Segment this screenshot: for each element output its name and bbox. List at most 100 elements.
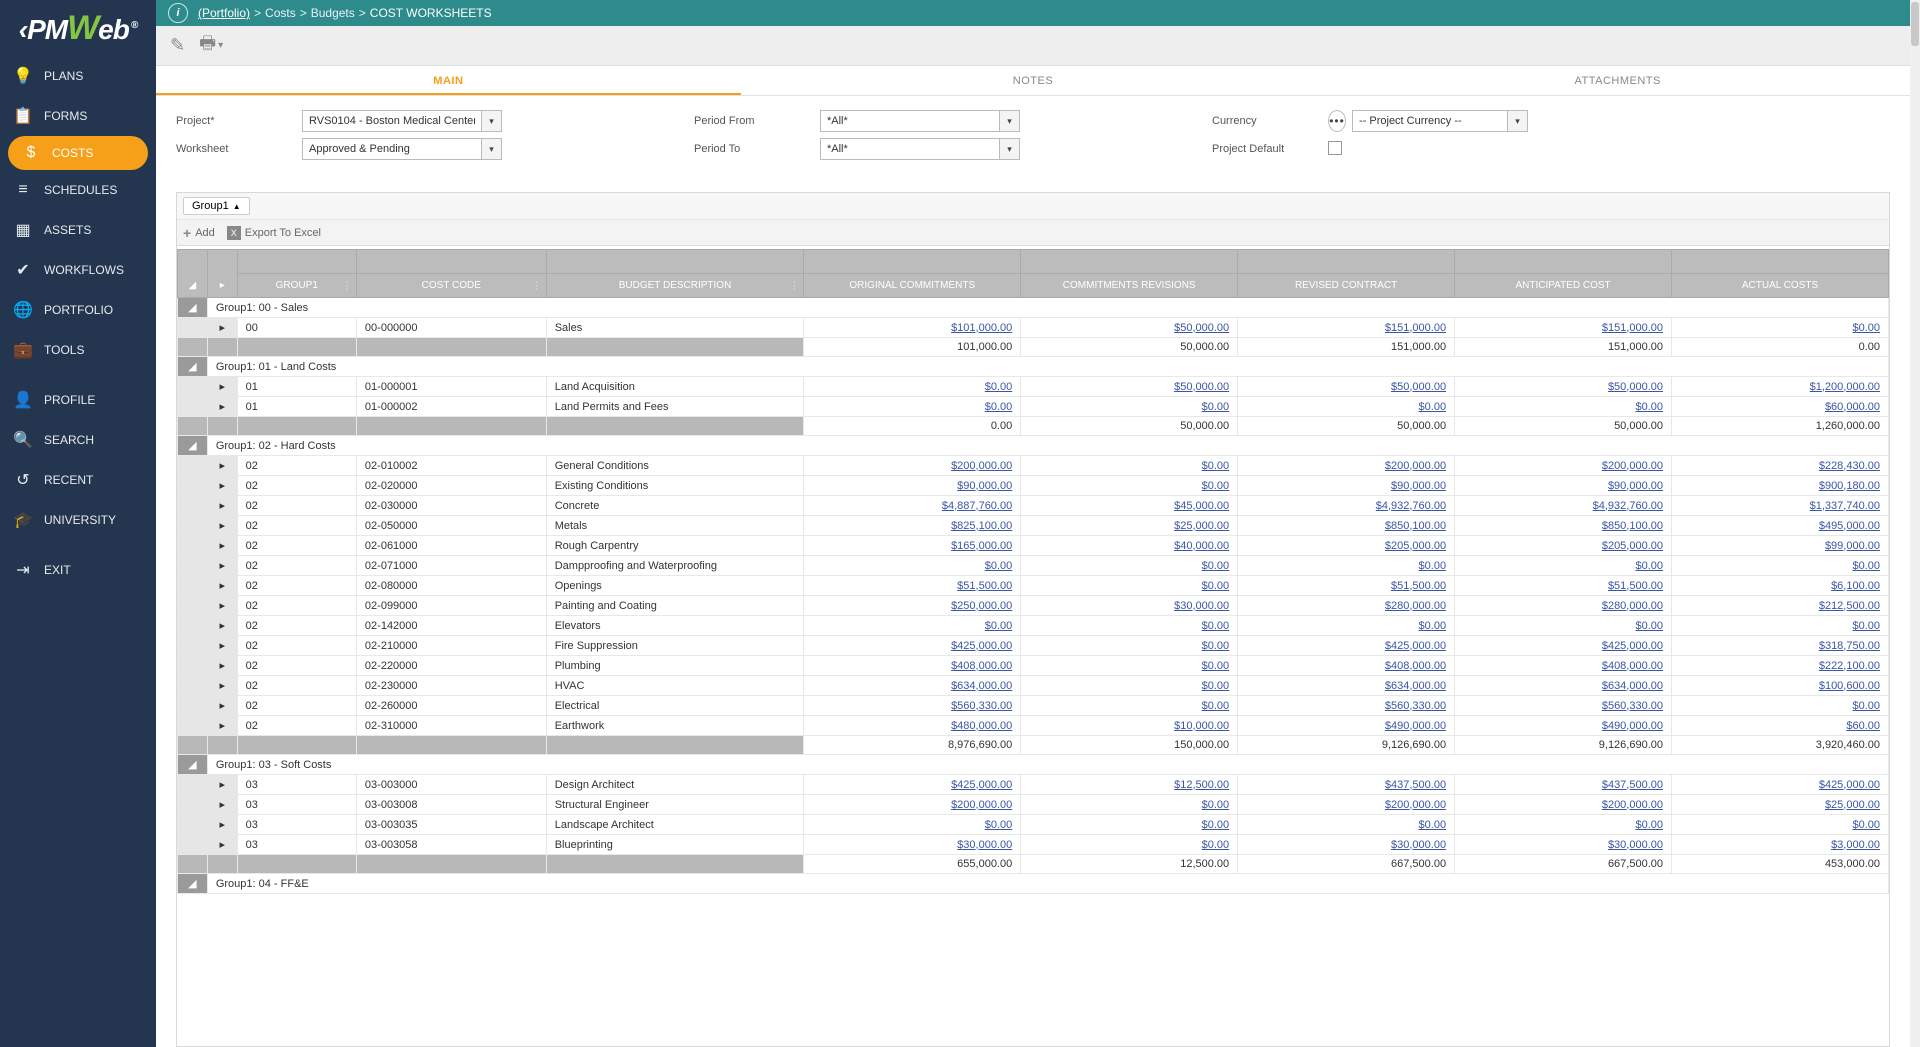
cell-commitments-revisions[interactable]: $0.00	[1021, 556, 1238, 576]
cell-actual-costs[interactable]: $425,000.00	[1672, 775, 1889, 795]
collapse-icon[interactable]: ◢	[178, 357, 208, 377]
row-expand[interactable]	[178, 656, 208, 676]
row-expand-icon[interactable]: ▸	[207, 676, 237, 696]
cell-anticipated-cost[interactable]: $0.00	[1455, 397, 1672, 417]
edit-button[interactable]: ✎	[170, 35, 185, 56]
nav-schedules[interactable]: ≡SCHEDULES	[0, 170, 156, 210]
table-row[interactable]: ▸ 02 02-030000 Concrete $4,887,760.00 $4…	[178, 496, 1889, 516]
cell-anticipated-cost[interactable]: $408,000.00	[1455, 656, 1672, 676]
row-expand[interactable]	[178, 456, 208, 476]
cell-commitments-revisions[interactable]: $0.00	[1021, 476, 1238, 496]
table-row[interactable]: ▸ 02 02-020000 Existing Conditions $90,0…	[178, 476, 1889, 496]
cell-original-commitments[interactable]: $200,000.00	[804, 456, 1021, 476]
row-expand[interactable]	[178, 636, 208, 656]
cell-actual-costs[interactable]: $900,180.00	[1672, 476, 1889, 496]
cell-commitments-revisions[interactable]: $0.00	[1021, 616, 1238, 636]
table-scroll[interactable]: ◢ ▸ GROUP1⋮ COST CODE⋮ BUD	[177, 249, 1889, 1046]
row-expand-icon[interactable]: ▸	[207, 397, 237, 417]
cell-commitments-revisions[interactable]: $0.00	[1021, 576, 1238, 596]
cell-original-commitments[interactable]: $560,330.00	[804, 696, 1021, 716]
row-expand-icon[interactable]: ▸	[207, 496, 237, 516]
cell-anticipated-cost[interactable]: $0.00	[1455, 556, 1672, 576]
col-group1[interactable]: GROUP1⋮	[237, 274, 356, 298]
row-expand[interactable]	[178, 795, 208, 815]
tab-notes[interactable]: NOTES	[741, 66, 1326, 95]
table-row[interactable]: ▸ 03 03-003035 Landscape Architect $0.00…	[178, 815, 1889, 835]
cell-actual-costs[interactable]: $222,100.00	[1672, 656, 1889, 676]
row-expand[interactable]	[178, 815, 208, 835]
cell-revised-contract[interactable]: $634,000.00	[1238, 676, 1455, 696]
cell-anticipated-cost[interactable]: $634,000.00	[1455, 676, 1672, 696]
print-button[interactable]: 🖶 ▾	[199, 31, 223, 61]
row-expand-icon[interactable]: ▸	[207, 476, 237, 496]
dropdown-caret-icon[interactable]: ▾	[1000, 138, 1020, 160]
cell-anticipated-cost[interactable]: $425,000.00	[1455, 636, 1672, 656]
cell-revised-contract[interactable]: $200,000.00	[1238, 456, 1455, 476]
row-expand[interactable]	[178, 556, 208, 576]
cell-actual-costs[interactable]: $100,600.00	[1672, 676, 1889, 696]
cell-anticipated-cost[interactable]: $200,000.00	[1455, 795, 1672, 815]
cell-revised-contract[interactable]: $408,000.00	[1238, 656, 1455, 676]
cell-revised-contract[interactable]: $0.00	[1238, 397, 1455, 417]
cell-original-commitments[interactable]: $0.00	[804, 377, 1021, 397]
currency-field[interactable]: ▾	[1352, 110, 1528, 132]
collapse-icon[interactable]: ◢	[178, 874, 208, 894]
cell-revised-contract[interactable]: $151,000.00	[1238, 318, 1455, 338]
cell-original-commitments[interactable]: $0.00	[804, 397, 1021, 417]
table-row[interactable]: ▸ 02 02-142000 Elevators $0.00 $0.00 $0.…	[178, 616, 1889, 636]
table-row[interactable]: ▸ 02 02-220000 Plumbing $408,000.00 $0.0…	[178, 656, 1889, 676]
cell-original-commitments[interactable]: $425,000.00	[804, 636, 1021, 656]
info-icon[interactable]: i	[168, 3, 188, 23]
row-expand[interactable]	[178, 596, 208, 616]
row-expand[interactable]	[178, 496, 208, 516]
cell-anticipated-cost[interactable]: $0.00	[1455, 616, 1672, 636]
col-original-commitments[interactable]: ORIGINAL COMMITMENTS	[804, 274, 1021, 298]
cell-anticipated-cost[interactable]: $50,000.00	[1455, 377, 1672, 397]
cell-commitments-revisions[interactable]: $0.00	[1021, 696, 1238, 716]
cell-revised-contract[interactable]: $0.00	[1238, 556, 1455, 576]
table-row[interactable]: ▸ 02 02-050000 Metals $825,100.00 $25,00…	[178, 516, 1889, 536]
project-input[interactable]	[302, 110, 482, 132]
cell-commitments-revisions[interactable]: $50,000.00	[1021, 318, 1238, 338]
row-expand-icon[interactable]: ▸	[207, 377, 237, 397]
table-row[interactable]: ▸ 02 02-071000 Dampproofing and Waterpro…	[178, 556, 1889, 576]
cell-commitments-revisions[interactable]: $0.00	[1021, 815, 1238, 835]
cell-original-commitments[interactable]: $30,000.00	[804, 835, 1021, 855]
row-expand-icon[interactable]: ▸	[207, 516, 237, 536]
cell-anticipated-cost[interactable]: $205,000.00	[1455, 536, 1672, 556]
row-expand-icon[interactable]: ▸	[207, 596, 237, 616]
cell-anticipated-cost[interactable]: $51,500.00	[1455, 576, 1672, 596]
group-header-row[interactable]: ◢Group1: 02 - Hard Costs	[178, 436, 1889, 456]
row-expand-icon[interactable]: ▸	[207, 795, 237, 815]
cell-revised-contract[interactable]: $0.00	[1238, 616, 1455, 636]
col-actual-costs[interactable]: ACTUAL COSTS	[1672, 274, 1889, 298]
group-chip[interactable]: Group1▲	[183, 197, 250, 215]
tab-main[interactable]: MAIN	[156, 66, 741, 95]
table-row[interactable]: ▸ 02 02-210000 Fire Suppression $425,000…	[178, 636, 1889, 656]
cell-anticipated-cost[interactable]: $200,000.00	[1455, 456, 1672, 476]
cell-actual-costs[interactable]: $6,100.00	[1672, 576, 1889, 596]
table-row[interactable]: ▸ 03 03-003058 Blueprinting $30,000.00 $…	[178, 835, 1889, 855]
row-expand[interactable]	[178, 716, 208, 736]
project-field[interactable]: ▾	[302, 110, 502, 132]
cell-original-commitments[interactable]: $101,000.00	[804, 318, 1021, 338]
cell-original-commitments[interactable]: $480,000.00	[804, 716, 1021, 736]
table-row[interactable]: ▸ 02 02-310000 Earthwork $480,000.00 $10…	[178, 716, 1889, 736]
table-row[interactable]: ▸ 01 01-000001 Land Acquisition $0.00 $5…	[178, 377, 1889, 397]
cell-original-commitments[interactable]: $0.00	[804, 616, 1021, 636]
col-commitments-revisions[interactable]: COMMITMENTS REVISIONS	[1021, 274, 1238, 298]
cell-actual-costs[interactable]: $3,000.00	[1672, 835, 1889, 855]
tab-attachments[interactable]: ATTACHMENTS	[1325, 66, 1910, 95]
cell-original-commitments[interactable]: $250,000.00	[804, 596, 1021, 616]
row-expand-icon[interactable]: ▸	[207, 636, 237, 656]
cell-anticipated-cost[interactable]: $560,330.00	[1455, 696, 1672, 716]
currency-options-button[interactable]: •••	[1328, 110, 1346, 132]
expand-header[interactable]: ▸	[207, 250, 237, 298]
expand-all-header[interactable]: ◢	[178, 250, 208, 298]
group-header-row[interactable]: ◢Group1: 01 - Land Costs	[178, 357, 1889, 377]
group-header-row[interactable]: ◢Group1: 03 - Soft Costs	[178, 755, 1889, 775]
row-expand-icon[interactable]: ▸	[207, 835, 237, 855]
cell-actual-costs[interactable]: $228,430.00	[1672, 456, 1889, 476]
group-header-row[interactable]: ◢Group1: 04 - FF&E	[178, 874, 1889, 894]
cell-revised-contract[interactable]: $4,932,760.00	[1238, 496, 1455, 516]
